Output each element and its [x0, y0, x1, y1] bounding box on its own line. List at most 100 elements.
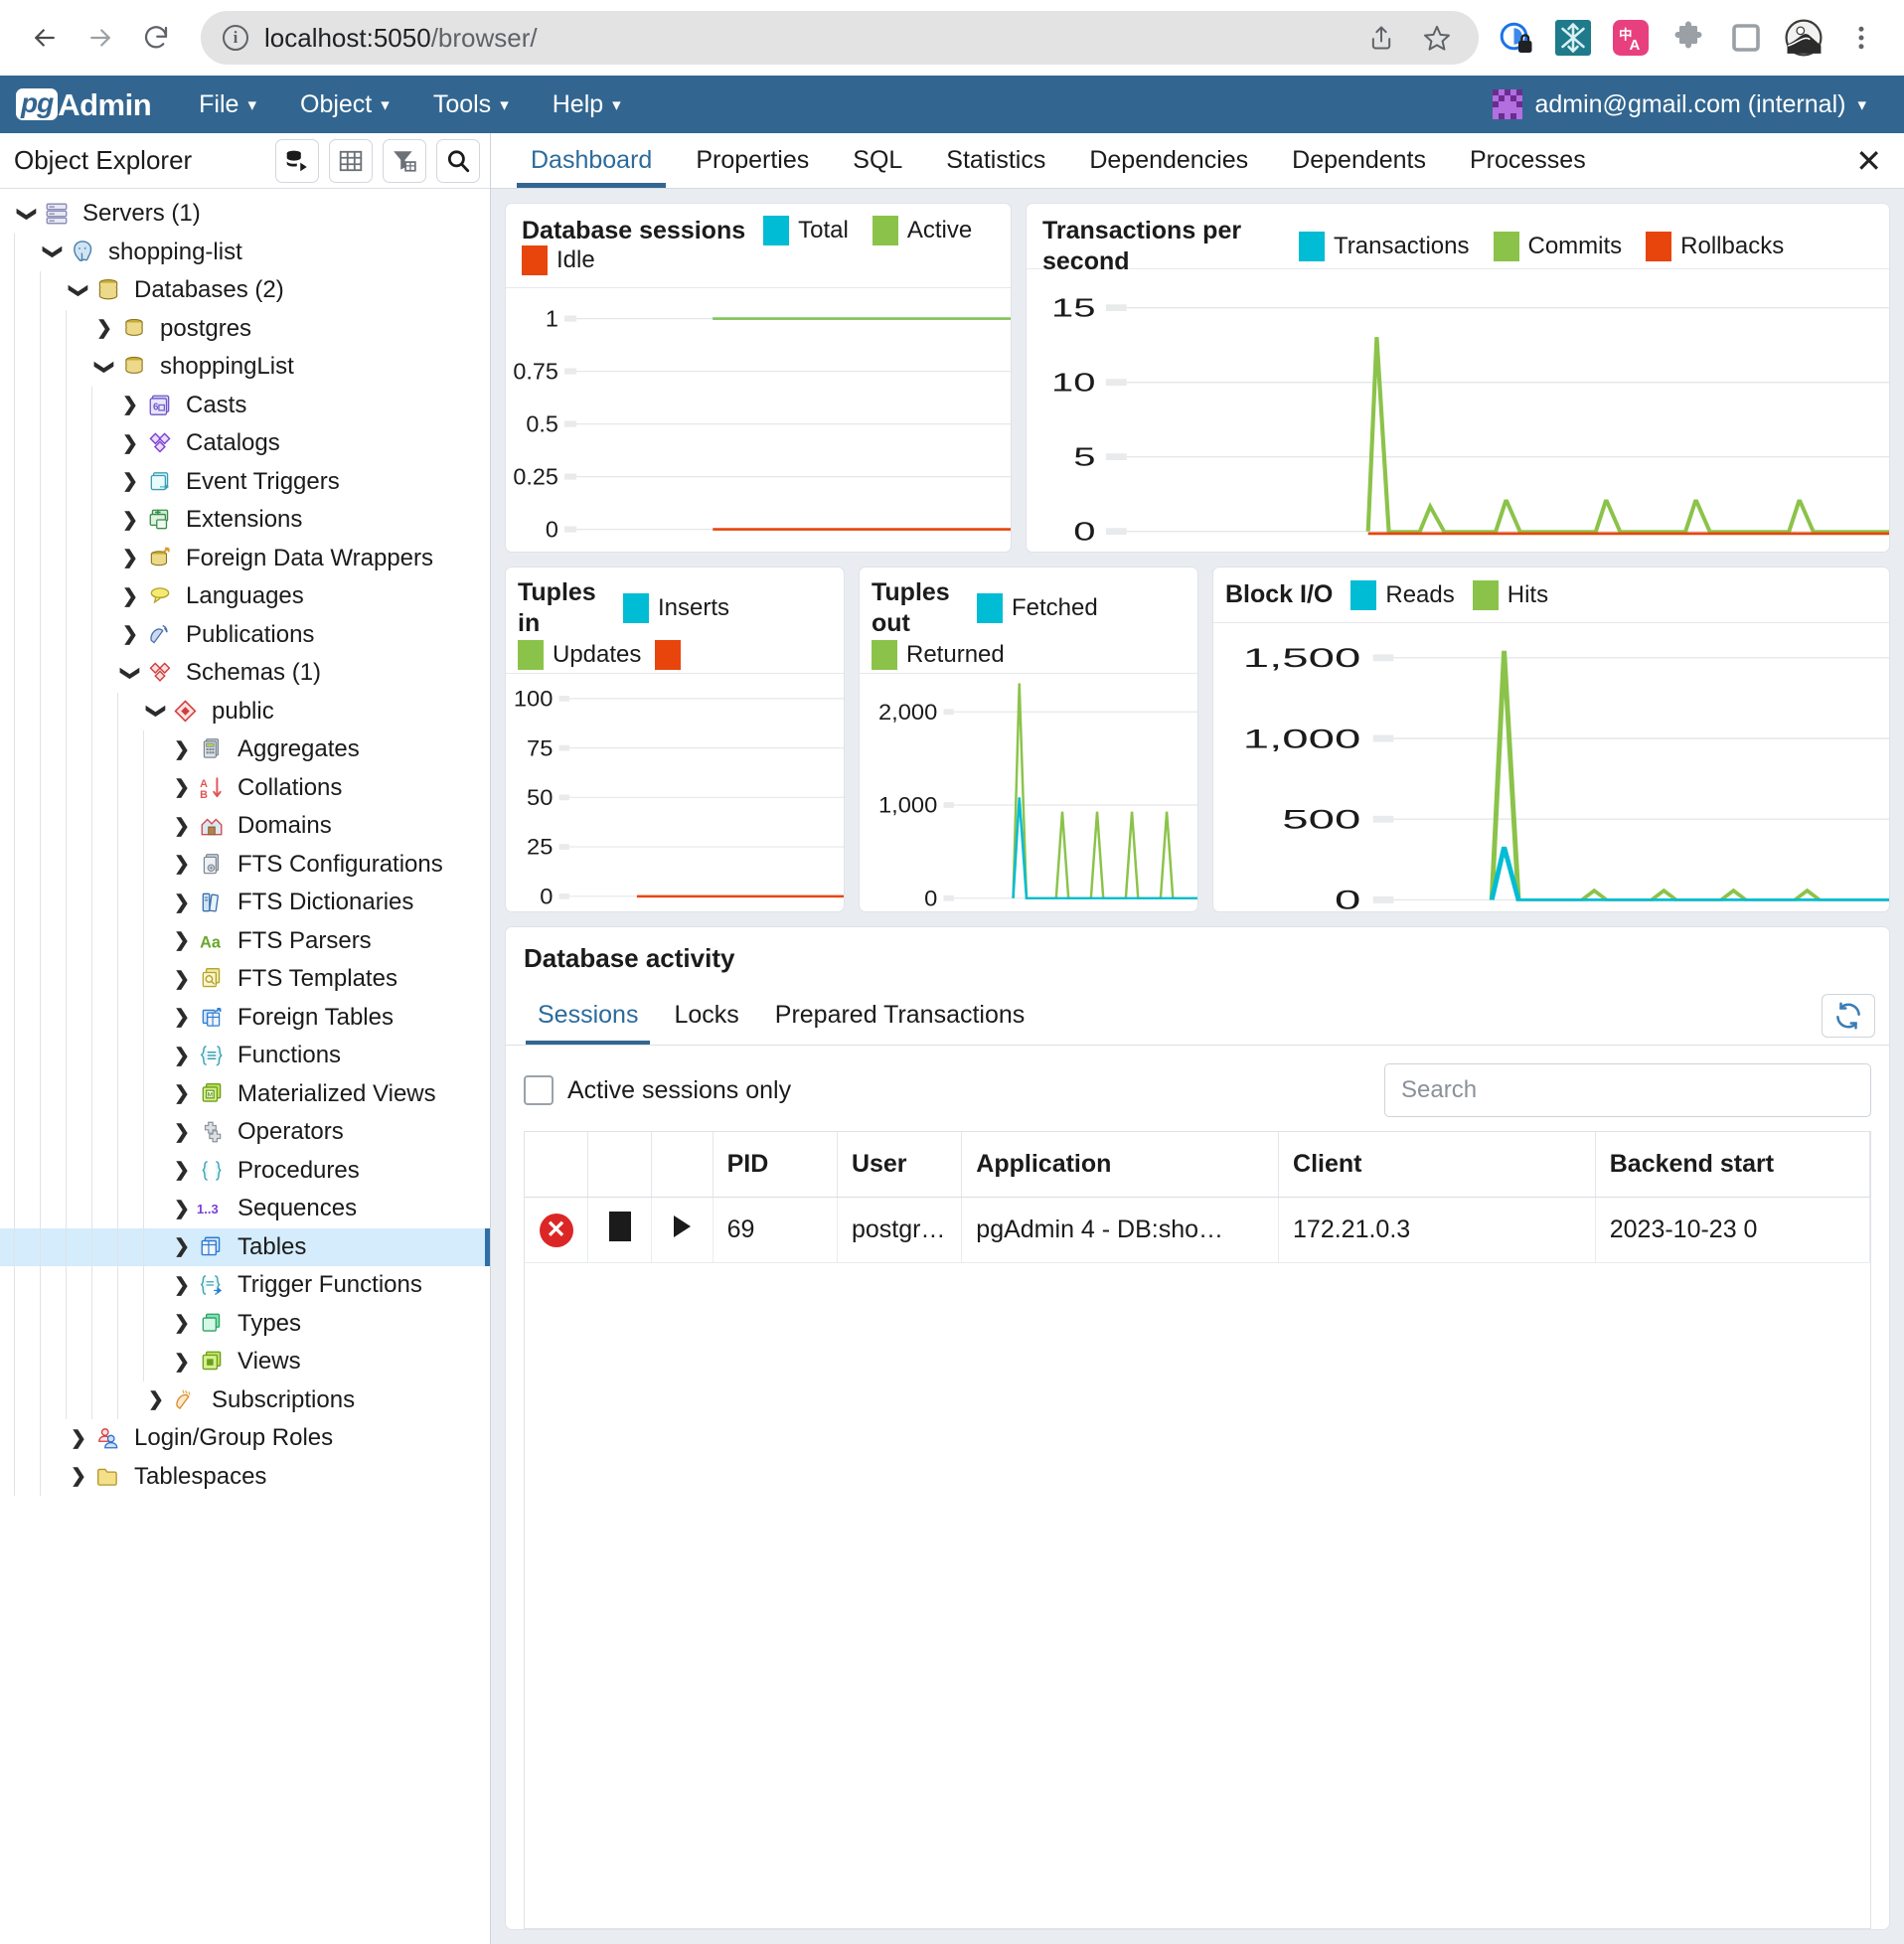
chevron-down-icon[interactable]: ❯: [119, 660, 142, 686]
tree-item-catalogs[interactable]: ❯ Catalogs: [0, 424, 490, 463]
tree-item-shoppinglist[interactable]: ❯ shoppingList: [0, 348, 490, 387]
tree-item-servers-1[interactable]: ❯ Servers (1): [0, 195, 490, 234]
tree-item-domains[interactable]: ❯ Domains: [0, 807, 490, 846]
chevron-right-icon[interactable]: ❯: [143, 1388, 169, 1411]
chevron-right-icon[interactable]: ❯: [169, 891, 195, 914]
expand-details-icon[interactable]: [651, 1197, 714, 1263]
chevron-right-icon[interactable]: ❯: [117, 547, 143, 569]
chevron-right-icon[interactable]: ❯: [169, 1274, 195, 1297]
chevron-right-icon[interactable]: ❯: [169, 776, 195, 799]
cancel-query-icon[interactable]: ✕: [525, 1197, 589, 1263]
chevron-right-icon[interactable]: ❯: [169, 815, 195, 838]
chevron-right-icon[interactable]: ❯: [169, 1312, 195, 1335]
puzzle-extension-icon[interactable]: [1667, 17, 1709, 59]
active-sessions-only-toggle[interactable]: Active sessions only: [524, 1075, 791, 1105]
tree-item-shopping-list[interactable]: ❯ shopping-list: [0, 233, 490, 271]
table-grid-icon[interactable]: [329, 138, 373, 183]
tree-item-foreign-tables[interactable]: ❯ Foreign Tables: [0, 998, 490, 1037]
object-tree[interactable]: ❯ Servers (1) ❯ shopping-list ❯ Databases (2)…: [0, 189, 490, 1944]
address-bar[interactable]: i localhost:5050/browser/: [201, 11, 1479, 65]
tree-item-materialized-views[interactable]: ❯ M Materialized Views: [0, 1074, 490, 1113]
col-terminate[interactable]: [587, 1132, 652, 1198]
tree-item-types[interactable]: ❯ Types: [0, 1304, 490, 1343]
terminate-session-icon[interactable]: [587, 1197, 652, 1263]
tree-item-sequences[interactable]: ❯ 1..3 Sequences: [0, 1190, 490, 1228]
chevron-down-icon[interactable]: ❯: [93, 354, 116, 380]
chevron-right-icon[interactable]: ❯: [117, 432, 143, 455]
translate-extension-icon[interactable]: 中A: [1610, 17, 1652, 59]
menu-file[interactable]: File ▾: [177, 76, 278, 133]
tree-item-public[interactable]: ❯ public: [0, 692, 490, 730]
snowflake-extension-icon[interactable]: [1552, 17, 1594, 59]
chevron-down-icon[interactable]: ❯: [16, 201, 39, 227]
profile-avatar-icon[interactable]: [1783, 17, 1825, 59]
tree-item-fts-configurations[interactable]: ❯ FTS Configurations: [0, 845, 490, 884]
tree-item-views[interactable]: ❯ Views: [0, 1343, 490, 1381]
col-cancel[interactable]: [525, 1132, 589, 1198]
share-icon[interactable]: [1361, 18, 1401, 58]
tree-item-event-triggers[interactable]: ❯ Event Triggers: [0, 462, 490, 501]
tree-item-postgres[interactable]: ❯ postgres: [0, 309, 490, 348]
subtab-locks[interactable]: Locks: [656, 986, 756, 1045]
tree-item-schemas-1[interactable]: ❯ Schemas (1): [0, 654, 490, 693]
chevron-right-icon[interactable]: ❯: [169, 1198, 195, 1220]
chevron-down-icon[interactable]: ❯: [145, 699, 168, 725]
col-backend-start[interactable]: Backend start: [1595, 1132, 1870, 1198]
tree-item-collations[interactable]: ❯ A B Collations: [0, 768, 490, 807]
col-details[interactable]: [651, 1132, 714, 1198]
tree-item-subscriptions[interactable]: ❯ Subscriptions: [0, 1380, 490, 1419]
tree-item-tablespaces[interactable]: ❯ Tablespaces: [0, 1457, 490, 1496]
tree-item-aggregates[interactable]: ❯ Aggregates: [0, 730, 490, 769]
tree-item-extensions[interactable]: ❯ Extensions: [0, 501, 490, 540]
search-icon[interactable]: [436, 138, 480, 183]
chevron-right-icon[interactable]: ❯: [117, 623, 143, 646]
back-arrow-icon[interactable]: [22, 15, 68, 61]
tree-item-fts-templates[interactable]: ❯ FTS Templates: [0, 960, 490, 999]
chevron-right-icon[interactable]: ❯: [117, 585, 143, 608]
star-icon[interactable]: [1417, 18, 1457, 58]
chevron-down-icon[interactable]: ❯: [42, 240, 65, 265]
subtab-sessions[interactable]: Sessions: [520, 986, 656, 1045]
table-row[interactable]: ✕ 69 postgr… pgAdmin 4 - DB:sho… 172.21.…: [525, 1197, 1870, 1263]
tree-item-publications[interactable]: ❯ Publications: [0, 615, 490, 654]
chevron-right-icon[interactable]: ❯: [169, 1006, 195, 1029]
chevron-right-icon[interactable]: ❯: [117, 394, 143, 416]
col-client[interactable]: Client: [1278, 1132, 1596, 1198]
chevron-right-icon[interactable]: ❯: [169, 929, 195, 952]
reload-icon[interactable]: [133, 15, 179, 61]
tree-item-languages[interactable]: ❯ Languages: [0, 577, 490, 616]
chevron-down-icon[interactable]: ❯: [68, 277, 90, 303]
chevron-right-icon[interactable]: ❯: [169, 853, 195, 876]
pgadmin-logo[interactable]: pg Admin: [16, 88, 152, 120]
chevron-right-icon[interactable]: ❯: [169, 738, 195, 761]
chevron-right-icon[interactable]: ❯: [169, 1351, 195, 1374]
chevron-right-icon[interactable]: ❯: [66, 1465, 91, 1488]
tree-item-fts-parsers[interactable]: ❯ Aa FTS Parsers: [0, 921, 490, 960]
chevron-right-icon[interactable]: ❯: [169, 1045, 195, 1067]
tree-item-operators[interactable]: ❯ Operators: [0, 1113, 490, 1152]
col-pid[interactable]: PID: [713, 1132, 838, 1198]
tree-item-trigger-functions[interactable]: ❯ Trigger Functions: [0, 1266, 490, 1305]
tree-item-login-group-roles[interactable]: ❯ Login/Group Roles: [0, 1419, 490, 1458]
timer-lock-icon[interactable]: [1495, 17, 1536, 59]
chevron-right-icon[interactable]: ❯: [169, 1235, 195, 1258]
tree-item-foreign-data-wrappers[interactable]: ❯ Foreign Data Wrappers: [0, 539, 490, 577]
filter-icon[interactable]: [383, 138, 426, 183]
chevron-right-icon[interactable]: ❯: [169, 1121, 195, 1144]
col-application[interactable]: Application: [961, 1132, 1280, 1198]
chevron-right-icon[interactable]: ❯: [169, 968, 195, 991]
tree-item-functions[interactable]: ❯ Functions: [0, 1037, 490, 1075]
search-input[interactable]: Search: [1384, 1063, 1871, 1117]
chevron-right-icon[interactable]: ❯: [66, 1427, 91, 1450]
chevron-right-icon[interactable]: ❯: [169, 1082, 195, 1105]
tree-item-procedures[interactable]: ❯ Procedures: [0, 1151, 490, 1190]
tree-item-databases-2[interactable]: ❯ Databases (2): [0, 271, 490, 310]
menu-object[interactable]: Object ▾: [278, 76, 411, 133]
checkbox-icon[interactable]: [524, 1075, 554, 1105]
chevron-right-icon[interactable]: ❯: [91, 317, 117, 340]
chevron-right-icon[interactable]: ❯: [117, 470, 143, 493]
chevron-right-icon[interactable]: ❯: [117, 509, 143, 532]
tab-properties[interactable]: Properties: [674, 133, 831, 188]
tree-item-tables[interactable]: ❯ Tables: [0, 1227, 490, 1266]
user-menu[interactable]: admin@gmail.com (internal) ▾: [1493, 89, 1888, 119]
